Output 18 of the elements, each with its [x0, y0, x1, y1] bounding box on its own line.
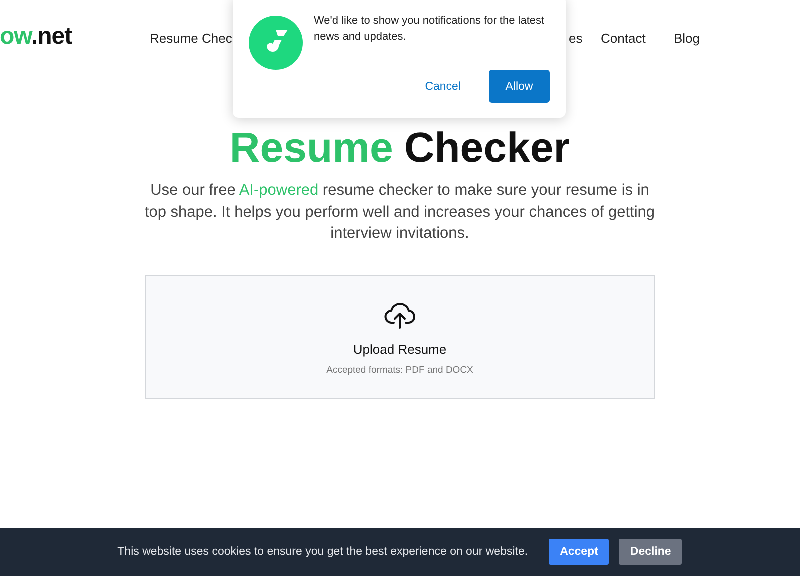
upload-hint: Accepted formats: PDF and DOCX: [326, 364, 474, 376]
app-logo-icon: [249, 16, 303, 70]
decline-button[interactable]: Decline: [619, 539, 682, 565]
page-heading: Resume Checker: [230, 124, 570, 172]
allow-button[interactable]: Allow: [489, 70, 550, 103]
site-logo[interactable]: ow.net: [0, 23, 150, 51]
upload-label: Upload Resume: [353, 342, 447, 356]
description: Use our free AI-powered resume checker to make sure your resume is in top shape. It helps you perform well and increases your chances of getting interview invitations.: [144, 181, 656, 244]
nav-link[interactable]: Contact: [601, 30, 646, 46]
notification-message: We'd like to show you notifications for the latest news and updates.: [314, 14, 546, 45]
nav-link[interactable]: Blog: [674, 30, 700, 46]
cloud-upload-icon: [384, 302, 416, 330]
nav-link[interactable]: es: [569, 30, 583, 46]
cookie-message: This website uses cookies to ensure you get the best experience on our website.: [118, 546, 528, 558]
accept-button[interactable]: Accept: [549, 539, 610, 565]
nav-link[interactable]: Resume Chec: [150, 30, 232, 46]
cancel-button[interactable]: Cancel: [419, 70, 467, 103]
upload-area[interactable]: Upload Resume Accepted formats: PDF and DOCX: [145, 274, 655, 398]
